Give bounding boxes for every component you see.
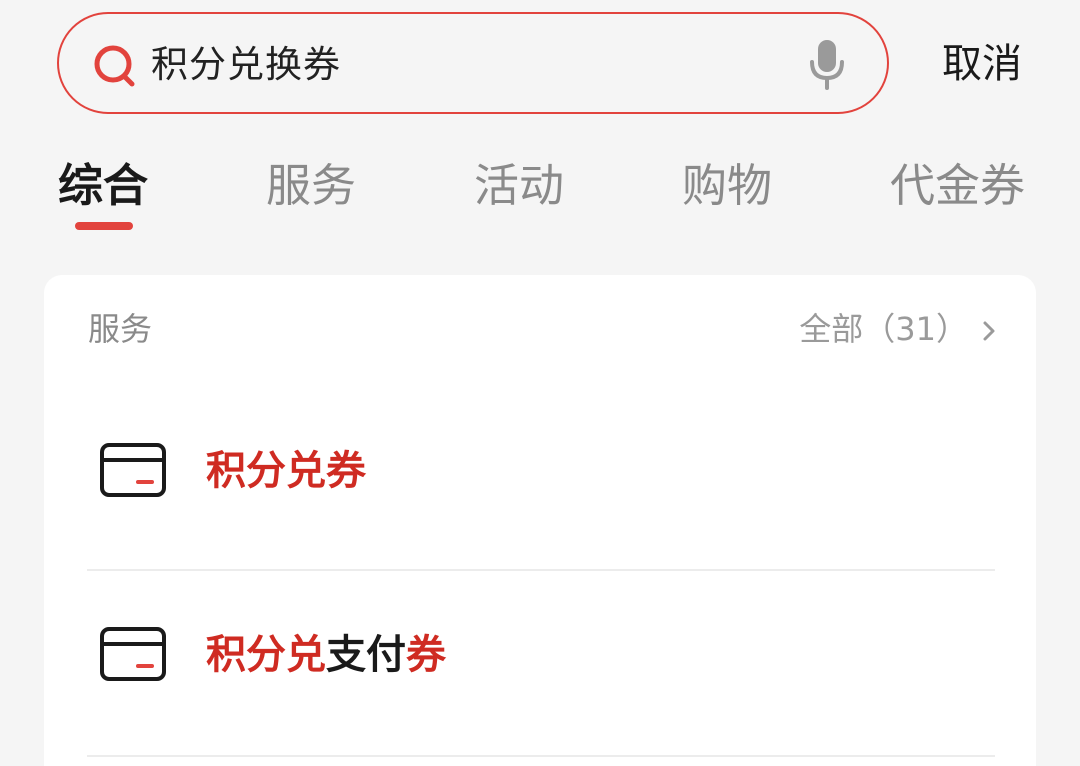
section-title: 服务: [88, 310, 153, 348]
cancel-button[interactable]: 取消: [942, 38, 1022, 90]
services-card: 服务 全部（31） 积分兑券 积分兑支付券: [44, 275, 1036, 766]
tab-all[interactable]: 综合: [58, 158, 148, 214]
service-item[interactable]: 积分兑支付券: [44, 571, 1036, 757]
tab-activities[interactable]: 活动: [474, 158, 564, 214]
label-highlight: 券: [406, 632, 446, 678]
search-icon: [92, 43, 138, 89]
search-input[interactable]: 积分兑换券: [57, 12, 889, 114]
services-header: 服务 全部（31）: [44, 275, 1036, 385]
view-all-link[interactable]: 全部（31）: [799, 307, 996, 351]
tab-vouchers[interactable]: 代金券: [890, 158, 1025, 214]
label-highlight: 积分兑券: [206, 448, 366, 494]
tab-services[interactable]: 服务: [266, 158, 356, 214]
divider: [87, 755, 995, 757]
card-icon: [100, 443, 166, 497]
tab-bar: 综合 服务 活动 购物 代金券: [0, 150, 1080, 240]
view-all-label: 全部（31）: [799, 310, 968, 348]
search-results-page: 积分兑换券 取消 综合 服务 活动 购物 代金券 服务 全部（31） 积分兑券 …: [0, 0, 1080, 766]
service-item-label: 积分兑支付券: [206, 627, 446, 683]
chevron-right-icon: [982, 309, 996, 353]
card-icon: [100, 627, 166, 681]
tab-shopping[interactable]: 购物: [682, 158, 772, 214]
search-query-text: 积分兑换券: [151, 43, 341, 86]
microphone-icon[interactable]: [807, 38, 847, 92]
service-item-label: 积分兑券: [206, 443, 366, 499]
search-header: 积分兑换券 取消: [0, 0, 1080, 130]
active-tab-indicator: [75, 222, 133, 230]
service-item[interactable]: 积分兑券: [44, 385, 1036, 571]
label-highlight: 积分兑: [206, 632, 326, 678]
label-plain: 支付: [326, 632, 406, 678]
